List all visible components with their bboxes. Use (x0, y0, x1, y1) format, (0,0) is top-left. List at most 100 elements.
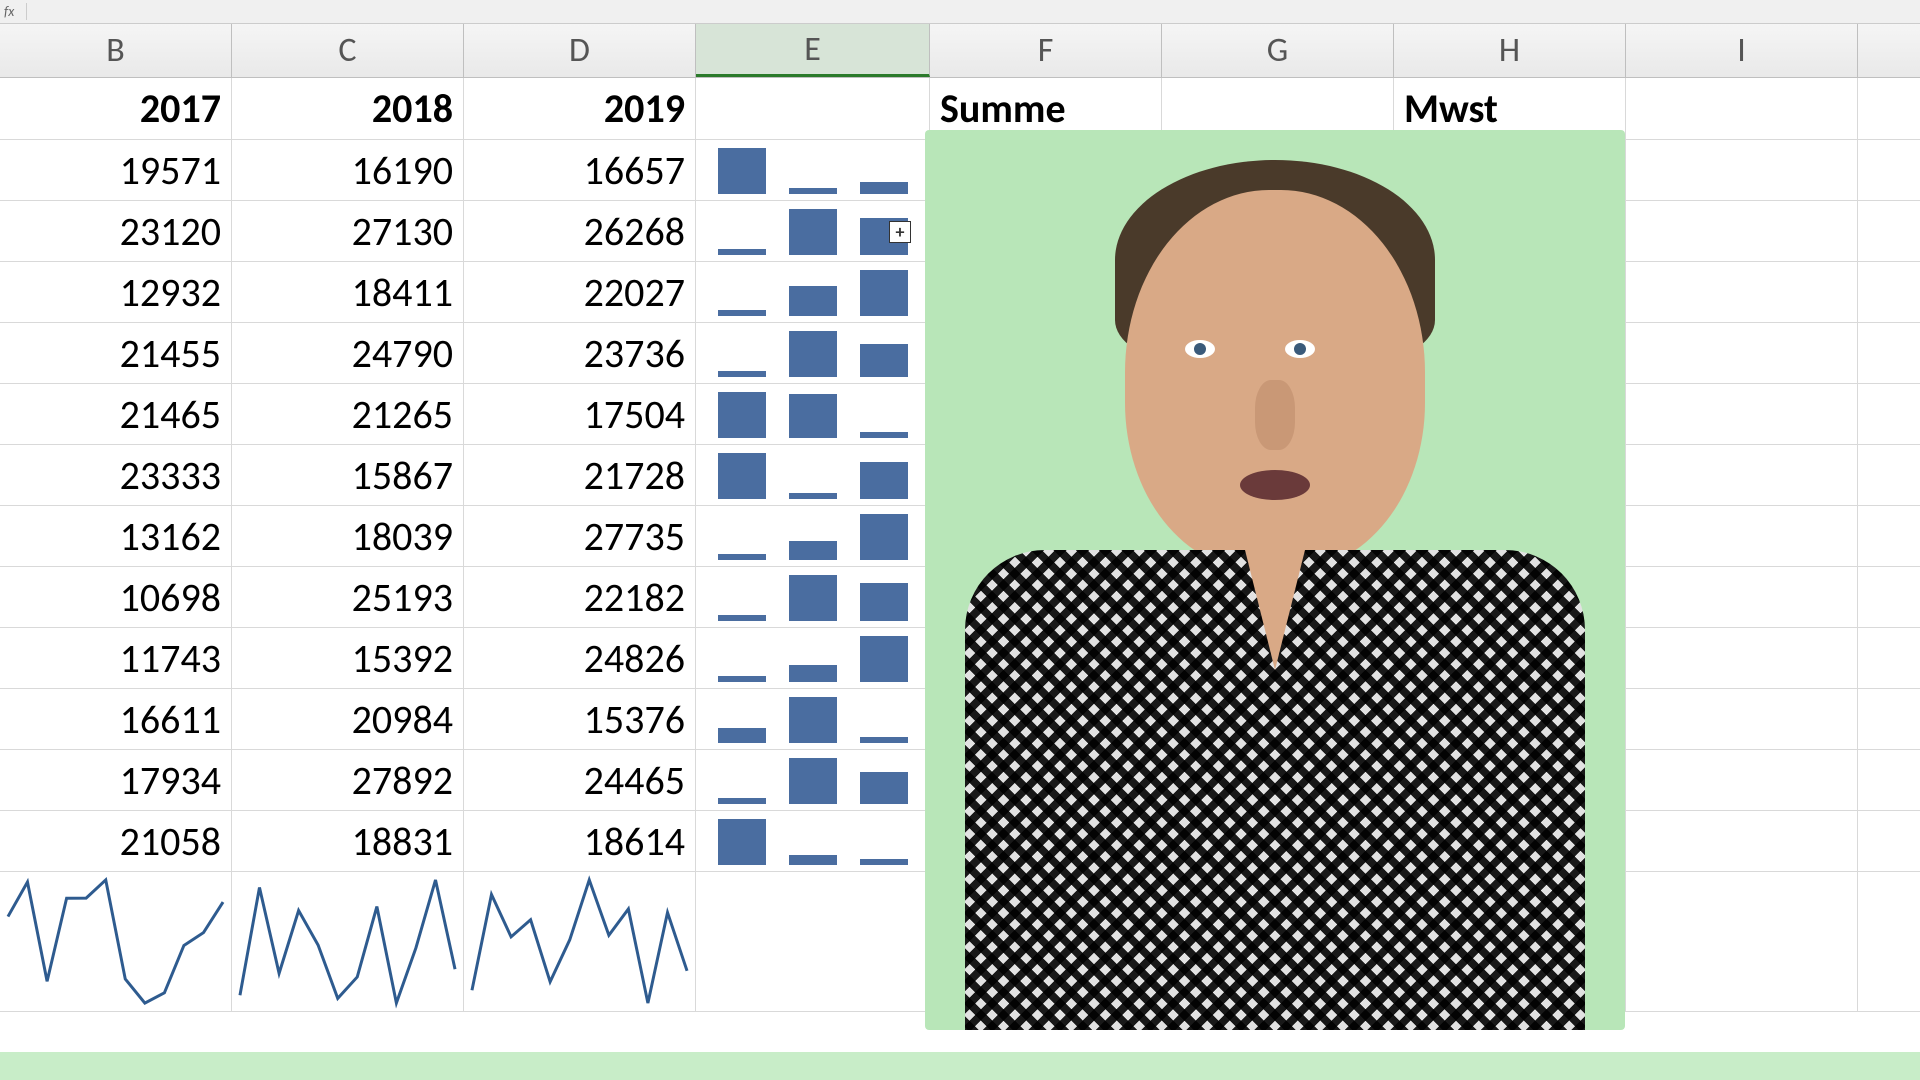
cell-I[interactable] (1626, 323, 1858, 383)
cell-I[interactable] (1626, 506, 1858, 566)
header-cell-C[interactable]: 2018 (232, 78, 464, 139)
sparkline-bar (789, 575, 837, 621)
cell-D[interactable]: 26268 (464, 201, 696, 261)
cell-I[interactable] (1626, 628, 1858, 688)
cell-D[interactable]: 16657 (464, 140, 696, 200)
sparkline-bar (718, 615, 766, 621)
cell-I[interactable] (1626, 567, 1858, 627)
row-sparkline[interactable] (696, 628, 930, 688)
sparkline-bar (718, 371, 766, 377)
row-sparkline[interactable] (696, 750, 930, 810)
sparkline-bar (860, 772, 908, 804)
formula-bar[interactable]: fx (0, 0, 1920, 24)
cell-B[interactable]: 23120 (0, 201, 232, 261)
sparkline-bar (718, 676, 766, 682)
col-header-H[interactable]: H (1394, 24, 1626, 77)
col-header-G[interactable]: G (1162, 24, 1394, 77)
cell-C[interactable]: 27892 (232, 750, 464, 810)
col-header-E[interactable]: E (696, 24, 930, 77)
cell-C[interactable]: 24790 (232, 323, 464, 383)
row-sparkline[interactable]: + (696, 201, 930, 261)
cell-B[interactable]: 13162 (0, 506, 232, 566)
sparkline-bar (860, 514, 908, 560)
sparkline-bar (860, 344, 908, 377)
cell-B[interactable]: 21465 (0, 384, 232, 444)
cell-C[interactable]: 15867 (232, 445, 464, 505)
cell-B[interactable]: 23333 (0, 445, 232, 505)
sparkline-bar (718, 798, 766, 804)
webcam-overlay (925, 130, 1625, 1030)
row-sparkline[interactable] (696, 689, 930, 749)
header-cell-E[interactable] (696, 78, 930, 139)
column-sparkline-C[interactable] (232, 872, 464, 1011)
cell-B[interactable]: 21455 (0, 323, 232, 383)
cell-B[interactable]: 12932 (0, 262, 232, 322)
column-sparkline-I[interactable] (1626, 872, 1858, 1011)
cell-C[interactable]: 15392 (232, 628, 464, 688)
cell-D[interactable]: 24826 (464, 628, 696, 688)
sparkline-bar (860, 462, 908, 499)
col-header-F[interactable]: F (930, 24, 1162, 77)
cell-I[interactable] (1626, 750, 1858, 810)
sparkline-bar (789, 188, 837, 194)
col-header-C[interactable]: C (232, 24, 464, 77)
cell-I[interactable] (1626, 201, 1858, 261)
cell-B[interactable]: 19571 (0, 140, 232, 200)
cell-D[interactable]: 24465 (464, 750, 696, 810)
column-sparkline-B[interactable] (0, 872, 232, 1011)
cell-I[interactable] (1626, 811, 1858, 871)
sparkline-bar (860, 737, 908, 743)
col-header-B[interactable]: B (0, 24, 232, 77)
row-sparkline[interactable] (696, 384, 930, 444)
cell-D[interactable]: 15376 (464, 689, 696, 749)
row-sparkline[interactable] (696, 323, 930, 383)
cell-C[interactable]: 18411 (232, 262, 464, 322)
sparkline-bar (860, 636, 908, 682)
cell-B[interactable]: 21058 (0, 811, 232, 871)
sparkline-bar (718, 148, 766, 194)
cell-I[interactable] (1626, 140, 1858, 200)
cell-B[interactable]: 11743 (0, 628, 232, 688)
cell-C[interactable]: 18831 (232, 811, 464, 871)
cell-C[interactable]: 25193 (232, 567, 464, 627)
cell-D[interactable]: 23736 (464, 323, 696, 383)
row-sparkline[interactable] (696, 262, 930, 322)
cell-D[interactable]: 18614 (464, 811, 696, 871)
sparkline-bar (718, 392, 766, 438)
sparkline-bar (718, 249, 766, 255)
header-cell-I[interactable] (1626, 78, 1858, 139)
cell-B[interactable]: 10698 (0, 567, 232, 627)
cell-C[interactable]: 21265 (232, 384, 464, 444)
column-sparkline-D[interactable] (464, 872, 696, 1011)
cell-B[interactable]: 17934 (0, 750, 232, 810)
cell-C[interactable]: 27130 (232, 201, 464, 261)
row-sparkline[interactable] (696, 567, 930, 627)
sparkline-bar (789, 665, 837, 682)
bottom-green-strip (0, 1052, 1920, 1080)
cell-I[interactable] (1626, 262, 1858, 322)
cell-C[interactable]: 16190 (232, 140, 464, 200)
cell-D[interactable]: 22027 (464, 262, 696, 322)
cell-B[interactable]: 16611 (0, 689, 232, 749)
cell-I[interactable] (1626, 689, 1858, 749)
cell-I[interactable] (1626, 384, 1858, 444)
sparkline-bar (789, 855, 837, 865)
row-sparkline[interactable] (696, 506, 930, 566)
cell-D[interactable]: 17504 (464, 384, 696, 444)
col-header-I[interactable]: I (1626, 24, 1858, 77)
row-sparkline[interactable] (696, 445, 930, 505)
row-sparkline[interactable] (696, 811, 930, 871)
cell-C[interactable]: 18039 (232, 506, 464, 566)
cell-D[interactable]: 21728 (464, 445, 696, 505)
column-sparkline-E[interactable] (696, 872, 930, 1011)
row-sparkline[interactable] (696, 140, 930, 200)
cell-D[interactable]: 22182 (464, 567, 696, 627)
cell-C[interactable]: 20984 (232, 689, 464, 749)
header-cell-D[interactable]: 2019 (464, 78, 696, 139)
sparkline-bar (789, 697, 837, 743)
cell-D[interactable]: 27735 (464, 506, 696, 566)
col-header-D[interactable]: D (464, 24, 696, 77)
column-headers[interactable]: BCDEFGHI (0, 24, 1920, 78)
header-cell-B[interactable]: 2017 (0, 78, 232, 139)
cell-I[interactable] (1626, 445, 1858, 505)
